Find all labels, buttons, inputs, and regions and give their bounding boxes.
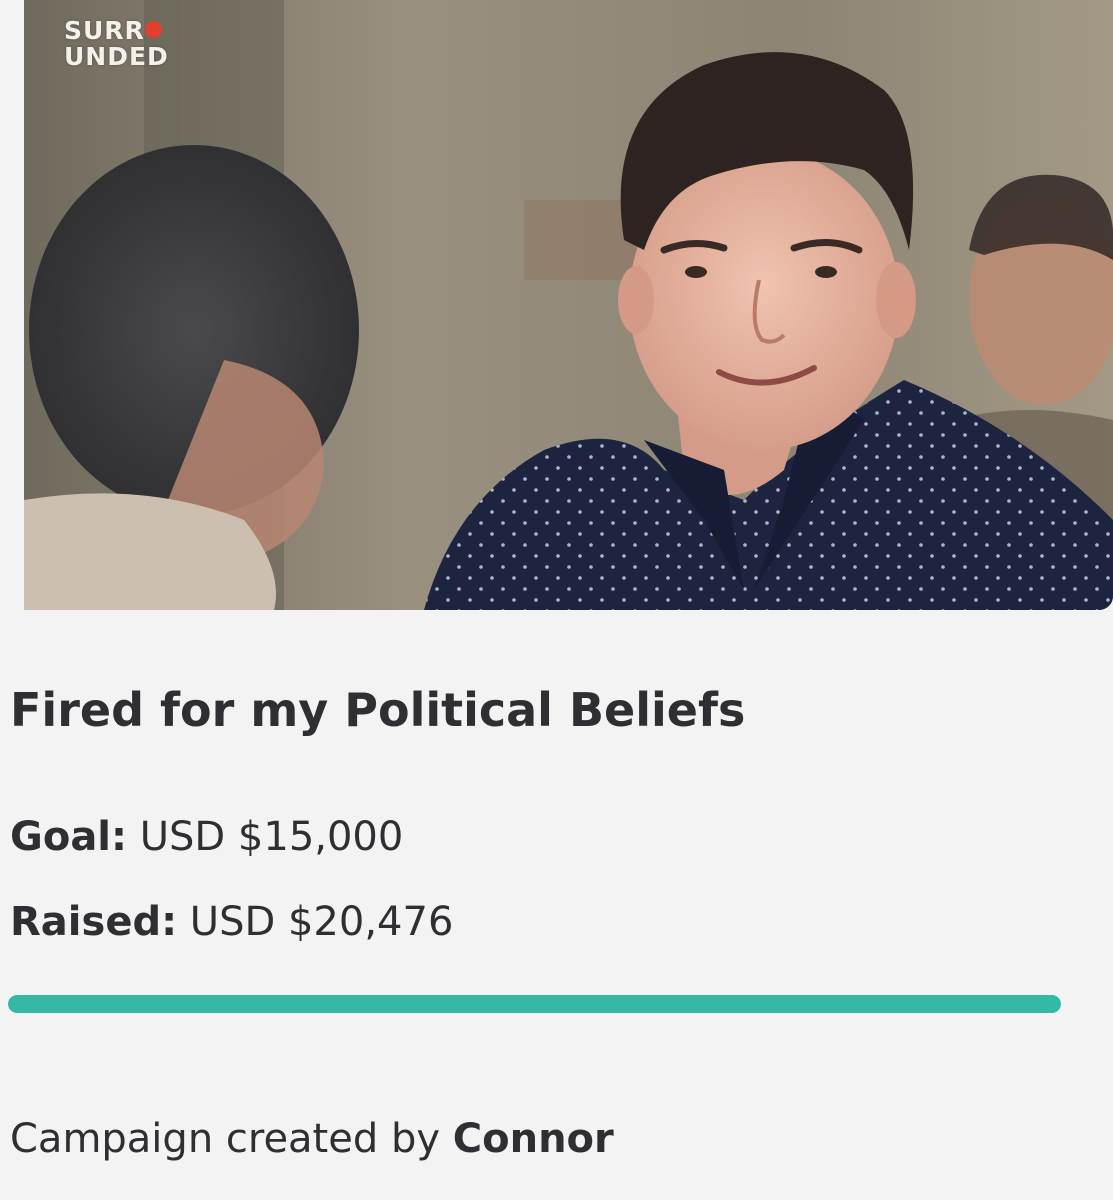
- logo-dot-icon: [144, 21, 162, 38]
- raised-row: Raised: USD $20,476: [10, 896, 453, 948]
- raised-value: USD $20,476: [189, 899, 454, 945]
- campaign-hero-image: SURR UNDED: [24, 0, 1113, 610]
- surrounded-logo: SURR UNDED: [64, 16, 169, 71]
- hero-photo: [24, 0, 1113, 610]
- campaign-creator: Campaign created by Connor: [10, 1112, 614, 1166]
- goal-row: Goal: USD $15,000: [10, 811, 403, 863]
- campaign-title: Fired for my Political Beliefs: [10, 683, 746, 737]
- creator-prefix: Campaign created by: [10, 1116, 441, 1162]
- goal-label: Goal:: [10, 814, 128, 860]
- funding-progress-fill: [8, 995, 1061, 1013]
- funding-progress-bar: [8, 995, 1061, 1013]
- goal-value: USD $15,000: [139, 814, 404, 860]
- creator-name-link[interactable]: Connor: [453, 1116, 614, 1162]
- raised-label: Raised:: [10, 899, 178, 945]
